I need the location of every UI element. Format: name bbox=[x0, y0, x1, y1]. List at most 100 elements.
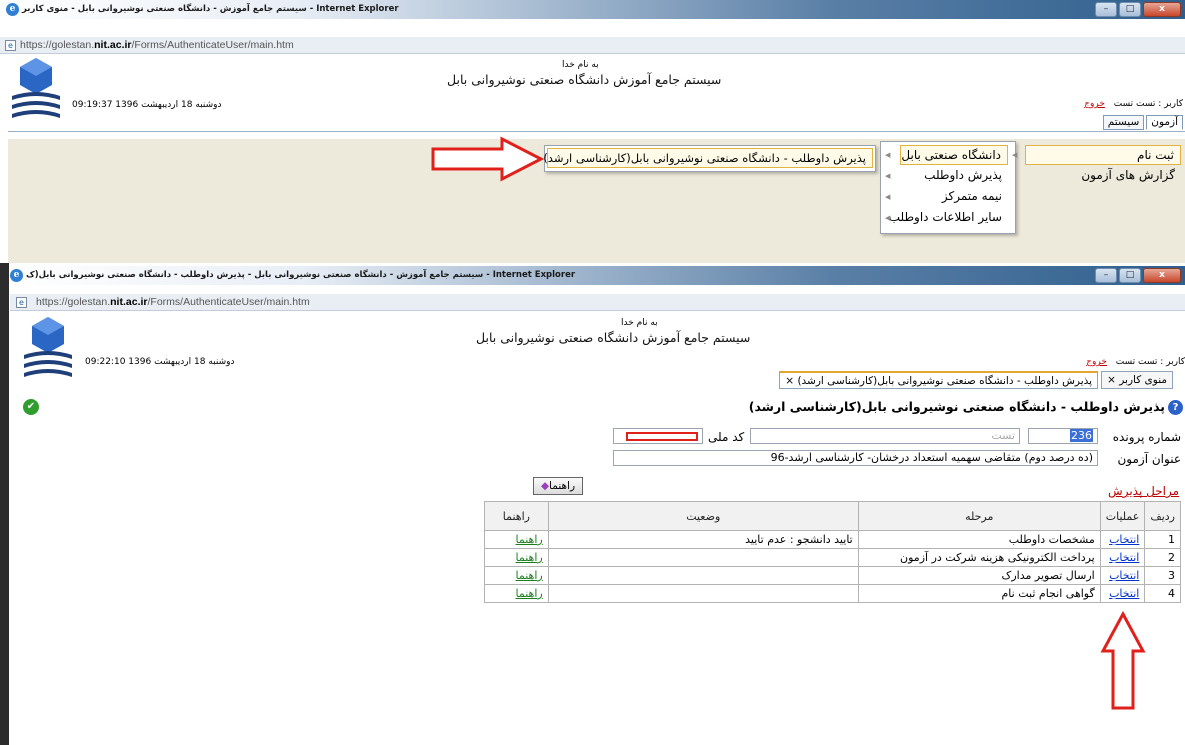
select-link[interactable]: انتخاب bbox=[1109, 587, 1139, 600]
help-button-label: راهنما bbox=[549, 480, 576, 492]
tab-system[interactable]: سیستم bbox=[1102, 115, 1145, 130]
ie-icon: e bbox=[6, 3, 19, 16]
arrow-up-icon bbox=[1100, 611, 1146, 710]
minimize-button[interactable]: – bbox=[1095, 2, 1117, 17]
user-label: کاربر : تست تست bbox=[1115, 357, 1185, 367]
window2-address-bar[interactable]: https://golestan.nit.ac.ir/Forms/Authent… bbox=[10, 294, 1185, 311]
stage-cell: پرداخت الکترونیکی هزینه شرکت در آزمون bbox=[857, 548, 1101, 567]
chevron-left-icon: ◀ bbox=[885, 214, 891, 222]
chevron-left-icon: ◀ bbox=[1012, 151, 1018, 159]
maximize-button[interactable]: □ bbox=[1119, 268, 1141, 283]
menu-candidate-admission[interactable]: پذیرش داوطلب bbox=[900, 166, 1008, 186]
close-button[interactable]: x bbox=[1143, 268, 1181, 283]
tab-label: پذیرش داوطلب - دانشگاه صنعتی نوشیروانی ب… bbox=[797, 375, 1093, 387]
col-header-status: وضعیت bbox=[547, 501, 859, 531]
window-edge bbox=[0, 263, 9, 745]
window2-controls: – □ x bbox=[1095, 268, 1181, 284]
url-prefix: https://golestan. bbox=[20, 39, 95, 51]
name-field[interactable]: تست bbox=[750, 428, 1020, 444]
menu-exam-reports[interactable]: گزارش های آزمون bbox=[1025, 166, 1181, 186]
menu-semi-centralized[interactable]: نیمه متمرکز bbox=[900, 187, 1008, 207]
url-prefix: https://golestan. bbox=[36, 296, 111, 308]
window1-title: سیستم جامع آموزش - دانشگاه صنعتی نوشیروا… bbox=[22, 4, 399, 14]
page-icon: e bbox=[5, 40, 16, 51]
row-help-link[interactable]: راهنما bbox=[516, 533, 543, 546]
user-label: کاربر : تست تست bbox=[1113, 99, 1183, 109]
logout-link[interactable]: خروج bbox=[1084, 99, 1105, 109]
help-icon[interactable]: ? bbox=[1168, 400, 1183, 415]
help-button[interactable]: ◆راهنما bbox=[533, 477, 583, 495]
national-code-label: کد ملی bbox=[708, 430, 745, 444]
case-number-value: 236 bbox=[1070, 429, 1093, 442]
close-button[interactable]: x bbox=[1143, 2, 1181, 17]
status-cell bbox=[547, 548, 859, 567]
tab-user-menu[interactable]: منوی کاربر × bbox=[1101, 371, 1173, 389]
divider bbox=[8, 131, 1185, 132]
status-cell bbox=[547, 584, 859, 603]
col-header-operations: عملیات bbox=[1099, 501, 1146, 531]
stage-cell: مشخصات داوطلب bbox=[857, 530, 1101, 549]
menu-masters-admission[interactable]: پذیرش داوطلب - دانشگاه صنعتی نوشیروانی ب… bbox=[543, 148, 873, 168]
select-link[interactable]: انتخاب bbox=[1109, 551, 1139, 564]
logout-link[interactable]: خروج bbox=[1086, 357, 1107, 367]
menu-other-info[interactable]: سایر اطلاعات داوطلب bbox=[889, 208, 1008, 228]
stage-cell: گواهی انجام ثبت نام bbox=[857, 584, 1101, 603]
exam-title-field[interactable]: (ده درصد دوم) متقاضی سهمیه استعداد درخشا… bbox=[613, 450, 1098, 466]
datetime: 09:22:10 دوشنبه 18 اردیبهشت 1396 bbox=[85, 357, 235, 367]
close-tab-icon[interactable]: × bbox=[1107, 374, 1116, 386]
window1-address-bar[interactable]: https://golestan.nit.ac.ir/Forms/Authent… bbox=[0, 37, 1185, 54]
tab-exam[interactable]: آزمون bbox=[1146, 115, 1183, 130]
minimize-button[interactable]: – bbox=[1095, 268, 1117, 283]
row-help-link[interactable]: راهنما bbox=[516, 551, 543, 564]
row-help-link[interactable]: راهنما bbox=[516, 587, 543, 600]
status-cell bbox=[547, 566, 859, 585]
case-number-label: شماره پرونده bbox=[1112, 430, 1181, 444]
national-code-field[interactable] bbox=[613, 428, 703, 444]
row-number: 3 bbox=[1144, 566, 1181, 585]
url-path: /Forms/AuthenticateUser/main.htm bbox=[147, 296, 310, 308]
system-title: سیستم جامع آموزش دانشگاه صنعتی نوشیروانی… bbox=[476, 330, 751, 345]
arrow-right-icon bbox=[431, 136, 545, 182]
bismillah: به نام خدا bbox=[562, 60, 599, 70]
book-icon: ◆ bbox=[540, 480, 550, 492]
redaction-box bbox=[626, 432, 698, 441]
close-tab-icon[interactable]: × bbox=[785, 375, 794, 387]
chevron-left-icon: ◀ bbox=[885, 151, 891, 159]
ie-icon: e bbox=[10, 269, 23, 282]
table-row: 1 انتخاب مشخصات داوطلب تایید دانشجو : عد… bbox=[484, 530, 1181, 549]
tab-label: منوی کاربر bbox=[1119, 374, 1167, 386]
window2-title: سیستم جامع آموزش - دانشگاه صنعتی نوشیروا… bbox=[26, 270, 576, 280]
row-number: 1 bbox=[1144, 530, 1181, 549]
university-logo bbox=[12, 58, 60, 118]
system-title: سیستم جامع آموزش دانشگاه صنعتی نوشیروانی… bbox=[447, 72, 722, 87]
window1-controls: – □ x bbox=[1095, 2, 1181, 18]
menu-register[interactable]: ثبت نام bbox=[1025, 145, 1181, 165]
url-path: /Forms/AuthenticateUser/main.htm bbox=[131, 39, 294, 51]
user-info: کاربر : تست تست خروج bbox=[1084, 99, 1183, 109]
url-domain: nit.ac.ir bbox=[94, 39, 132, 51]
select-link[interactable]: انتخاب bbox=[1109, 533, 1139, 546]
top-tabs: آزمون سیستم bbox=[1102, 115, 1183, 130]
menu-babol-university[interactable]: دانشگاه صنعتی بابل bbox=[900, 145, 1008, 165]
exam-title-label: عنوان آزمون bbox=[1117, 452, 1181, 466]
chevron-left-icon: ◀ bbox=[885, 172, 891, 180]
datetime: 09:19:37 دوشنبه 18 اردیبهشت 1396 bbox=[72, 100, 222, 110]
tab-masters-admission[interactable]: پذیرش داوطلب - دانشگاه صنعتی نوشیروانی ب… bbox=[779, 371, 1099, 389]
maximize-button[interactable]: □ bbox=[1119, 2, 1141, 17]
user-info: کاربر : تست تست خروج bbox=[1086, 357, 1185, 367]
page-title: پذیرش داوطلب - دانشگاه صنعتی نوشیروانی ب… bbox=[748, 399, 1165, 414]
col-header-stage: مرحله bbox=[857, 501, 1101, 531]
stages-table: ردیف عملیات مرحله وضعیت راهنما 1 انتخاب … bbox=[484, 501, 1181, 603]
row-help-link[interactable]: راهنما bbox=[516, 569, 543, 582]
university-logo bbox=[24, 317, 72, 377]
col-header-help: راهنما bbox=[484, 501, 549, 531]
case-number-field[interactable]: 236 bbox=[1028, 428, 1098, 444]
select-link[interactable]: انتخاب bbox=[1109, 569, 1139, 582]
bismillah: به نام خدا bbox=[621, 318, 658, 328]
stage-cell: ارسال تصویر مدارک bbox=[857, 566, 1101, 585]
stages-link[interactable]: مراحل پذیرش bbox=[1108, 484, 1179, 498]
table-row: 2 انتخاب پرداخت الکترونیکی هزینه شرکت در… bbox=[484, 548, 1181, 567]
url-domain: nit.ac.ir bbox=[110, 296, 148, 308]
status-cell: تایید دانشجو : عدم تایید bbox=[547, 530, 859, 549]
page-icon: e bbox=[16, 297, 27, 308]
